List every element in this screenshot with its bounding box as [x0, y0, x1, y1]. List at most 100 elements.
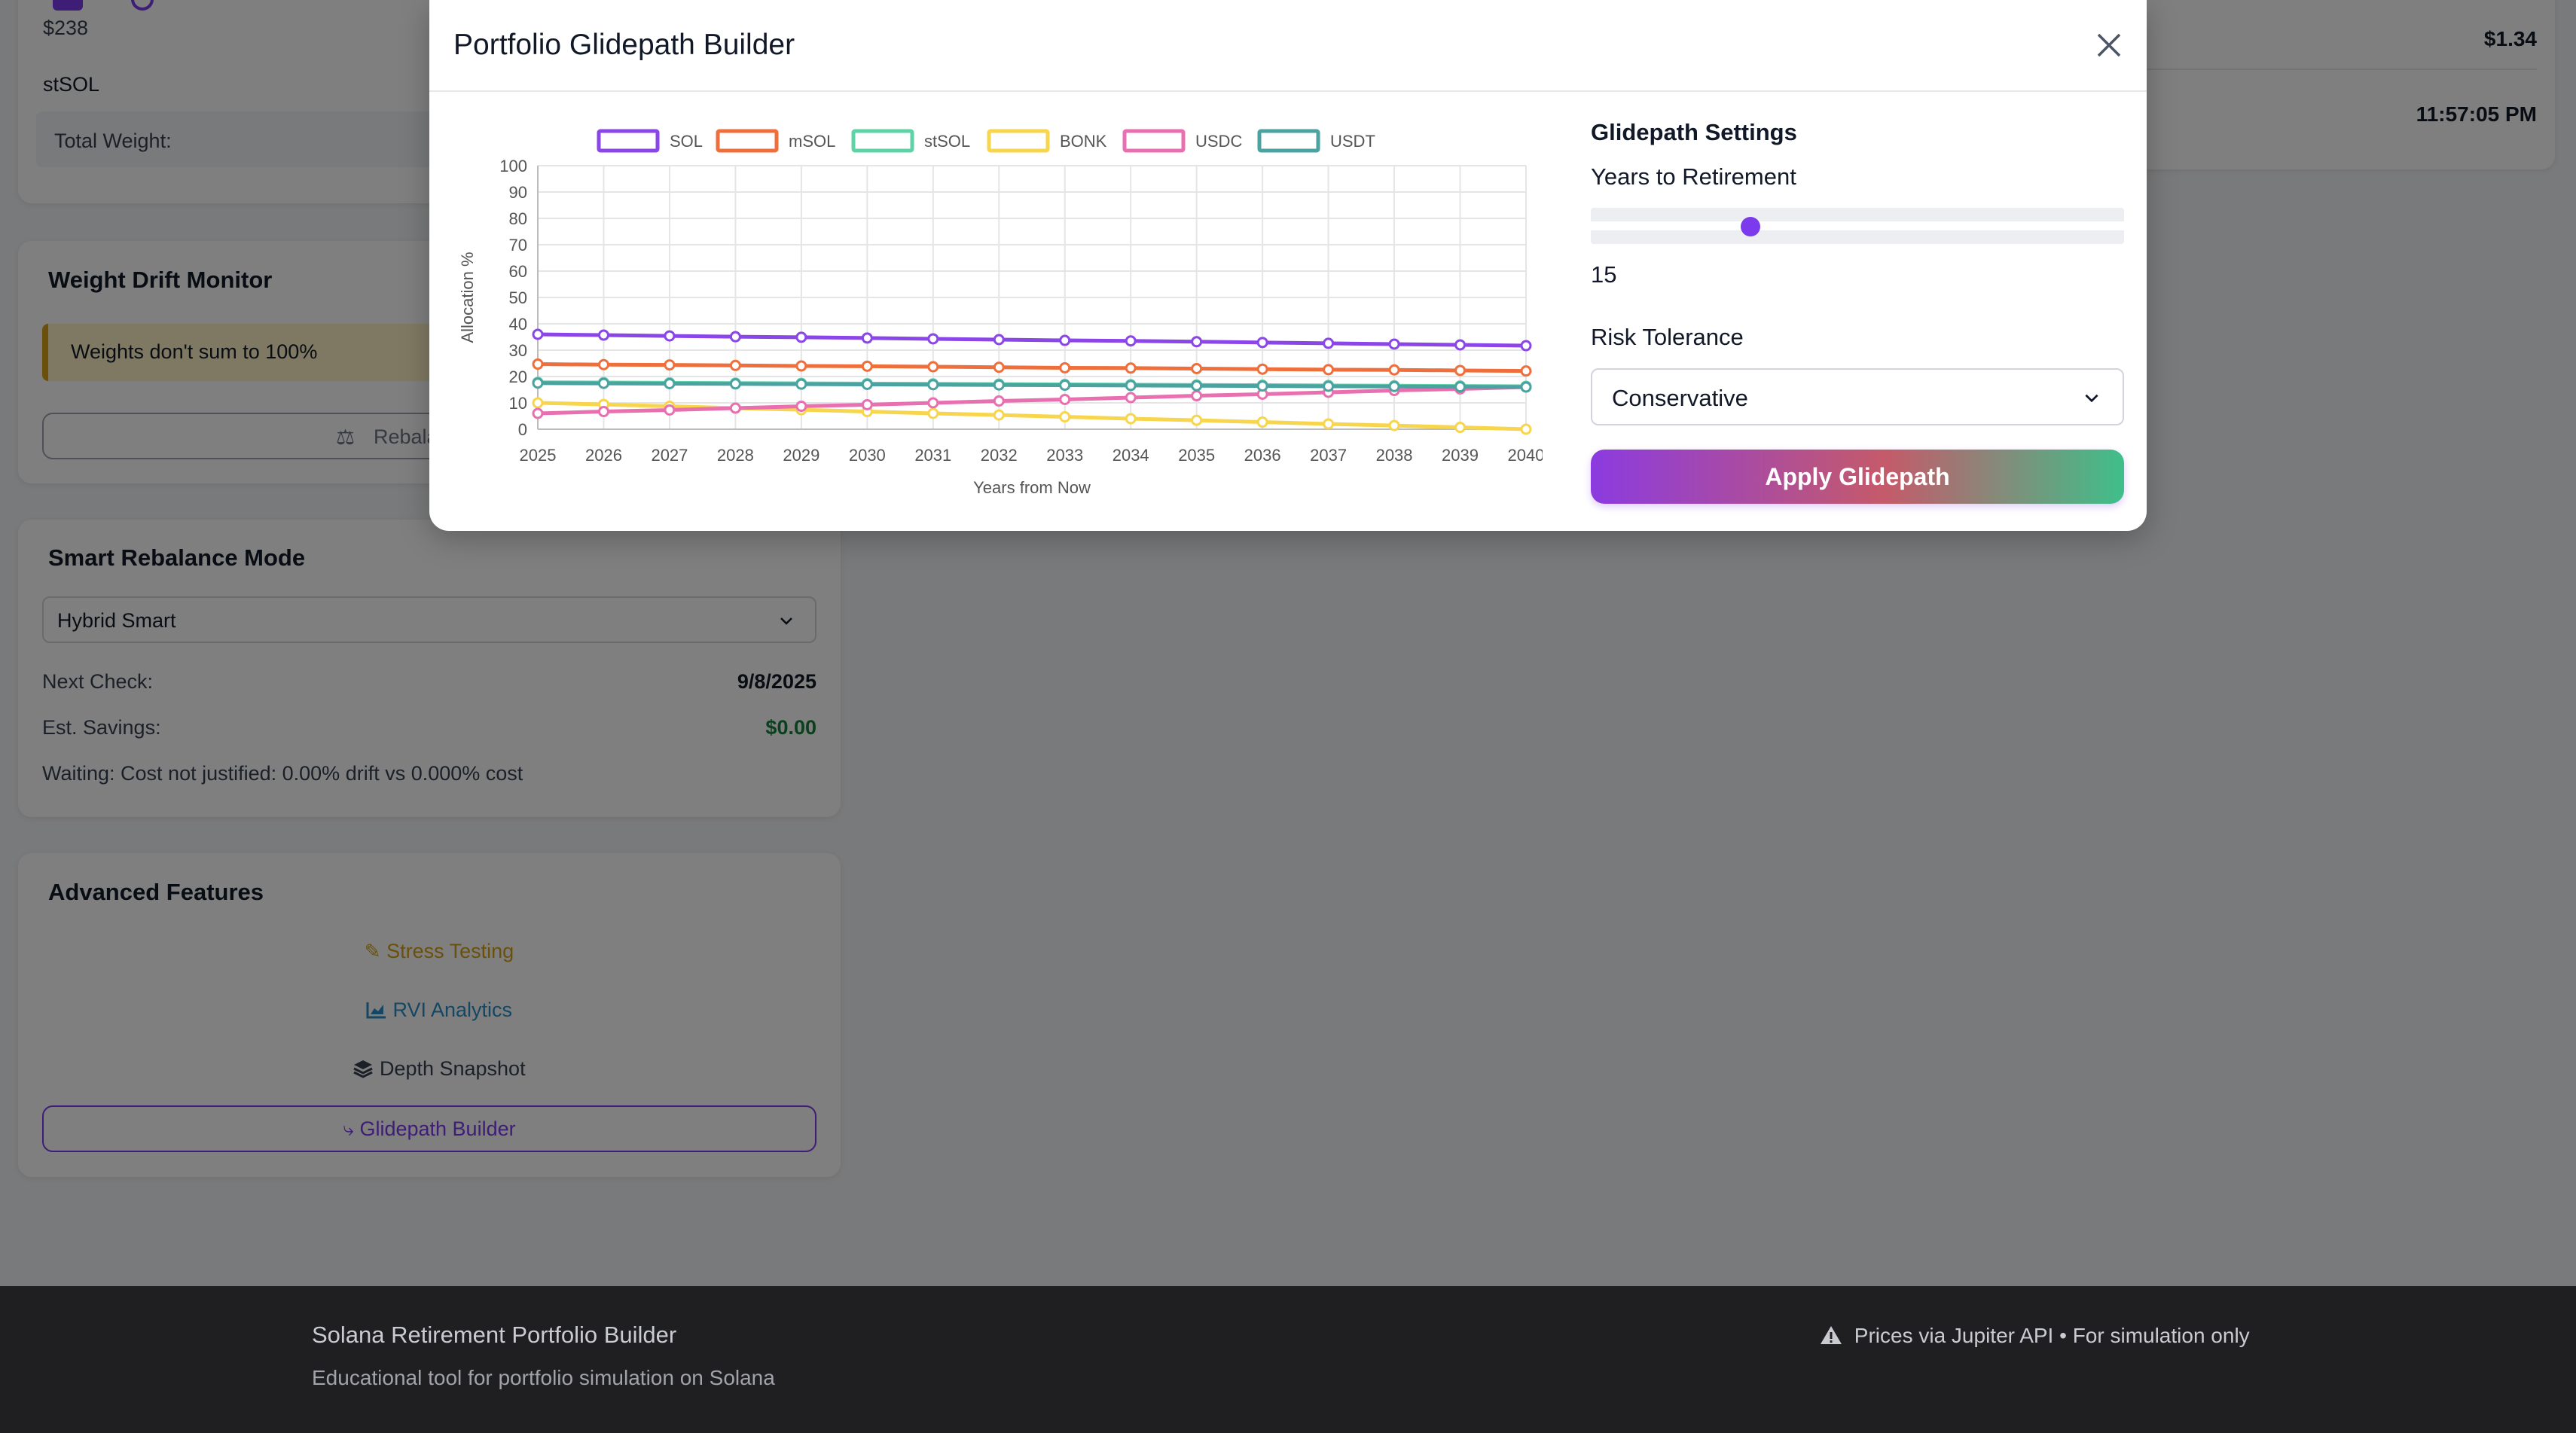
data-point-bonk: [927, 407, 939, 419]
data-point-usdc: [795, 401, 807, 413]
data-point-bonk: [532, 397, 544, 409]
series-line-bonk: [537, 401, 1527, 431]
page: $238 stSOL Total Weight: $1.34 11:57:05 …: [0, 0, 2576, 1433]
x-tick-label: 2033: [1046, 446, 1083, 465]
risk-tolerance-select[interactable]: Conservative: [1591, 368, 2124, 425]
y-tick-label: 70: [509, 236, 527, 255]
legend-item-sol: SOL: [597, 129, 703, 153]
x-tick-label: 2039: [1442, 446, 1479, 465]
warning-icon: [1821, 1326, 1842, 1344]
data-point-msol: [993, 361, 1005, 373]
legend-swatch: [851, 129, 914, 153]
footer: Solana Retirement Portfolio Builder Educ…: [0, 1286, 2576, 1433]
years-value: 15: [1591, 261, 1617, 288]
data-point-bonk: [1125, 413, 1137, 425]
legend-label: stSOL: [924, 132, 970, 151]
data-point-bonk: [1520, 423, 1532, 435]
series-bonk: [532, 397, 1532, 435]
chart-x-axis-label: Years from Now: [973, 478, 1091, 497]
data-point-msol: [729, 359, 741, 371]
slider-thumb[interactable]: [1741, 217, 1760, 236]
data-point-msol: [861, 360, 873, 372]
data-point-usdc: [532, 407, 544, 419]
data-point-sol: [1191, 336, 1203, 348]
series-sol: [532, 328, 1532, 352]
data-point-sol: [664, 330, 676, 342]
glidepath-modal: Portfolio Glidepath Builder SOL mSOL stSOL…: [429, 0, 2147, 531]
data-point-msol: [1125, 362, 1137, 374]
years-slider[interactable]: [1591, 208, 2124, 245]
data-point-usdt: [597, 377, 609, 389]
x-tick-label: 2035: [1178, 446, 1215, 465]
legend-label: mSOL: [789, 132, 835, 151]
legend-swatch: [597, 129, 660, 153]
chart-series: [532, 328, 1532, 435]
chevron-down-icon: [2085, 394, 2098, 403]
close-icon[interactable]: [2094, 30, 2124, 60]
y-tick-label: 30: [509, 341, 527, 360]
footer-notice-text: Prices via Jupiter API • For simulation …: [1854, 1324, 2250, 1347]
risk-label: Risk Tolerance: [1591, 324, 1744, 350]
data-point-usdt: [861, 379, 873, 390]
data-point-sol: [1454, 339, 1467, 351]
data-point-sol: [597, 329, 609, 341]
data-point-usdt: [927, 379, 939, 391]
series-line-msol: [537, 362, 1527, 373]
data-point-sol: [532, 328, 544, 340]
legend-swatch: [1257, 129, 1320, 153]
x-tick-label: 2032: [981, 446, 1018, 465]
data-point-sol: [1388, 338, 1400, 350]
data-point-msol: [1388, 364, 1400, 376]
data-point-usdt: [1520, 381, 1532, 393]
data-point-usdc: [1191, 390, 1203, 402]
x-tick-label: 2038: [1376, 446, 1413, 465]
apply-glidepath-button[interactable]: Apply Glidepath: [1591, 450, 2124, 504]
chart-y-axis-label: Allocation %: [458, 252, 477, 343]
x-tick-label: 2036: [1244, 446, 1281, 465]
data-point-msol: [795, 360, 807, 372]
y-tick-label: 0: [518, 420, 527, 439]
data-point-sol: [1520, 340, 1532, 352]
legend-item-usdc: USDC: [1122, 129, 1242, 153]
data-point-msol: [1454, 364, 1467, 377]
data-point-msol: [1191, 363, 1203, 374]
legend-label: USDT: [1330, 132, 1375, 151]
glidepath-chart: SOL mSOL stSOL BONK USDC USDT 010203040506070…: [458, 129, 1543, 497]
data-point-bonk: [1454, 422, 1467, 434]
data-point-sol: [861, 332, 873, 344]
y-tick-label: 90: [509, 183, 527, 202]
data-point-usdt: [1388, 380, 1400, 392]
data-point-usdc: [664, 404, 676, 416]
data-point-usdc: [927, 397, 939, 409]
data-point-sol: [1256, 337, 1268, 349]
data-point-usdt: [1125, 380, 1137, 392]
chart-y-ticks: 0 10 20 30 40 50 60 70 80 90 100: [499, 157, 527, 439]
x-tick-label: 2034: [1113, 446, 1149, 465]
data-point-usdt: [1323, 380, 1335, 392]
y-tick-label: 80: [509, 209, 527, 228]
y-tick-label: 40: [509, 315, 527, 334]
data-point-usdc: [1059, 393, 1071, 405]
x-tick-label: 2028: [717, 446, 754, 465]
series-line-sol: [537, 332, 1527, 348]
data-point-usdt: [532, 377, 544, 389]
data-point-usdt: [795, 378, 807, 390]
footer-notice: Prices via Jupiter API • For simulation …: [1820, 1324, 2250, 1348]
data-point-sol: [1059, 334, 1071, 346]
legend-label: USDC: [1195, 132, 1242, 151]
x-tick-label: 2025: [520, 446, 557, 465]
data-point-msol: [1059, 361, 1071, 373]
series-line-usdc: [537, 385, 1527, 416]
data-point-msol: [1323, 364, 1335, 376]
x-tick-label: 2040: [1508, 446, 1543, 465]
y-tick-label: 50: [509, 288, 527, 307]
legend-label: SOL: [670, 132, 703, 151]
data-point-usdc: [1125, 392, 1137, 404]
data-point-usdc: [861, 398, 873, 410]
slider-track-gap: [1591, 221, 2124, 230]
footer-title: Solana Retirement Portfolio Builder: [312, 1322, 677, 1348]
data-point-bonk: [1059, 411, 1071, 423]
x-tick-label: 2026: [585, 446, 622, 465]
chart-x-ticks: 2025 2026 2027 2028 2029 2030 2031 2032 2033 2034…: [520, 446, 1543, 465]
data-point-sol: [927, 333, 939, 345]
